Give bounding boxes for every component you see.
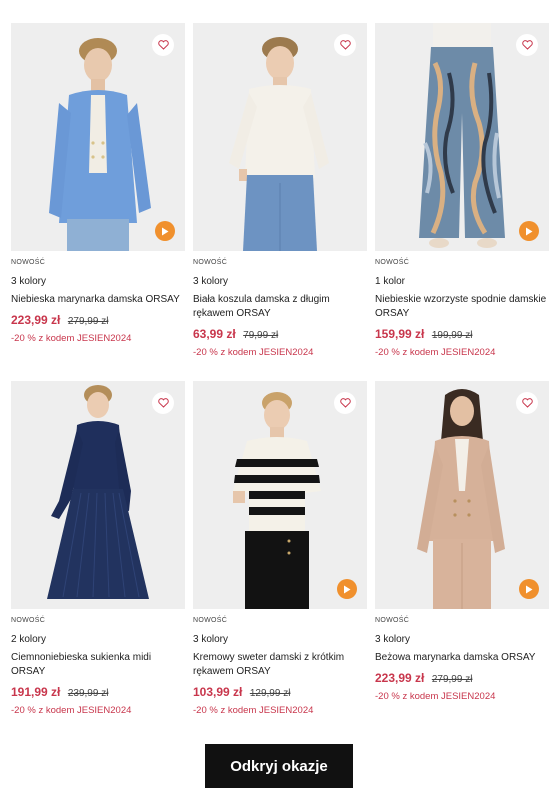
promo-code-text: -20 % z kodem JESIEN2024 xyxy=(193,705,314,716)
promo-code-text: -20 % z kodem JESIEN2024 xyxy=(193,347,314,358)
new-badge: NOWOŚĆ xyxy=(11,259,46,266)
product-image[interactable] xyxy=(193,381,367,609)
new-badge: NOWOŚĆ xyxy=(193,617,228,624)
product-image[interactable] xyxy=(375,381,549,609)
color-count: 3 kolory xyxy=(193,276,229,287)
play-icon[interactable] xyxy=(519,221,539,241)
new-badge: NOWOŚĆ xyxy=(11,617,46,624)
promo-code-text: -20 % z kodem JESIEN2024 xyxy=(375,347,496,358)
sale-price: 223,99 zł xyxy=(11,313,61,327)
new-badge: NOWOŚĆ xyxy=(375,617,410,624)
price-row: 103,99 zł 129,99 zł xyxy=(193,684,367,700)
product-card[interactable]: NOWOŚĆ 3 kolory Beżowa marynarka damska … xyxy=(375,381,549,703)
product-name[interactable]: Ciemnoniebieska sukienka midi ORSAY xyxy=(11,651,185,679)
play-icon[interactable] xyxy=(155,221,175,241)
price-row: 159,99 zł 199,99 zł xyxy=(375,326,549,342)
sale-price: 103,99 zł xyxy=(193,685,243,699)
heart-icon[interactable] xyxy=(152,392,174,414)
original-price: 199,99 zł xyxy=(431,330,473,341)
original-price: 239,99 zł xyxy=(67,688,109,699)
play-icon[interactable] xyxy=(519,579,539,599)
product-image[interactable] xyxy=(11,381,185,609)
heart-icon[interactable] xyxy=(152,34,174,56)
color-count: 3 kolory xyxy=(375,634,411,645)
sale-price: 191,99 zł xyxy=(11,685,61,699)
price-row: 223,99 zł 279,99 zł xyxy=(375,670,549,686)
heart-icon[interactable] xyxy=(334,34,356,56)
original-price: 279,99 zł xyxy=(431,674,473,685)
sale-price: 159,99 zł xyxy=(375,327,425,341)
product-card[interactable]: NOWOŚĆ 1 kolor Niebieskie wzorzyste spod… xyxy=(375,23,549,359)
color-count: 3 kolory xyxy=(11,276,47,287)
play-icon[interactable] xyxy=(337,579,357,599)
new-badge: NOWOŚĆ xyxy=(193,259,228,266)
product-name[interactable]: Biała koszula damska z długim rękawem OR… xyxy=(193,293,367,321)
product-name[interactable]: Kremowy sweter damski z krótkim rękawem … xyxy=(193,651,367,679)
promo-code-text: -20 % z kodem JESIEN2024 xyxy=(11,705,132,716)
product-image[interactable] xyxy=(11,23,185,251)
sale-price: 63,99 zł xyxy=(193,327,236,341)
product-image[interactable] xyxy=(193,23,367,251)
heart-icon[interactable] xyxy=(516,34,538,56)
product-name[interactable]: Niebieska marynarka damska ORSAY xyxy=(11,293,185,307)
product-name[interactable]: Niebieskie wzorzyste spodnie damskie ORS… xyxy=(375,293,549,321)
price-row: 63,99 zł 79,99 zł xyxy=(193,326,367,342)
product-card[interactable]: NOWOŚĆ 2 kolory Ciemnoniebieska sukienka… xyxy=(11,381,185,717)
color-count: 3 kolory xyxy=(193,634,229,645)
heart-icon[interactable] xyxy=(516,392,538,414)
product-name[interactable]: Beżowa marynarka damska ORSAY xyxy=(375,651,549,665)
heart-icon[interactable] xyxy=(334,392,356,414)
product-card[interactable]: NOWOŚĆ 3 kolory Biała koszula damska z d… xyxy=(193,23,367,359)
original-price: 79,99 zł xyxy=(243,330,279,341)
product-image[interactable] xyxy=(375,23,549,251)
promo-code-text: -20 % z kodem JESIEN2024 xyxy=(375,691,496,702)
price-row: 223,99 zł 279,99 zł xyxy=(11,312,185,328)
discover-deals-button[interactable]: Odkryj okazje xyxy=(205,744,353,788)
original-price: 129,99 zł xyxy=(249,688,291,699)
product-card[interactable]: NOWOŚĆ 3 kolory Niebieska marynarka dams… xyxy=(11,23,185,345)
sale-price: 223,99 zł xyxy=(375,671,425,685)
promo-code-text: -20 % z kodem JESIEN2024 xyxy=(11,333,132,344)
price-row: 191,99 zł 239,99 zł xyxy=(11,684,185,700)
product-card[interactable]: NOWOŚĆ 3 kolory Kremowy sweter damski z … xyxy=(193,381,367,717)
color-count: 1 kolor xyxy=(375,276,406,287)
color-count: 2 kolory xyxy=(11,634,47,645)
original-price: 279,99 zł xyxy=(67,316,109,327)
new-badge: NOWOŚĆ xyxy=(375,259,410,266)
